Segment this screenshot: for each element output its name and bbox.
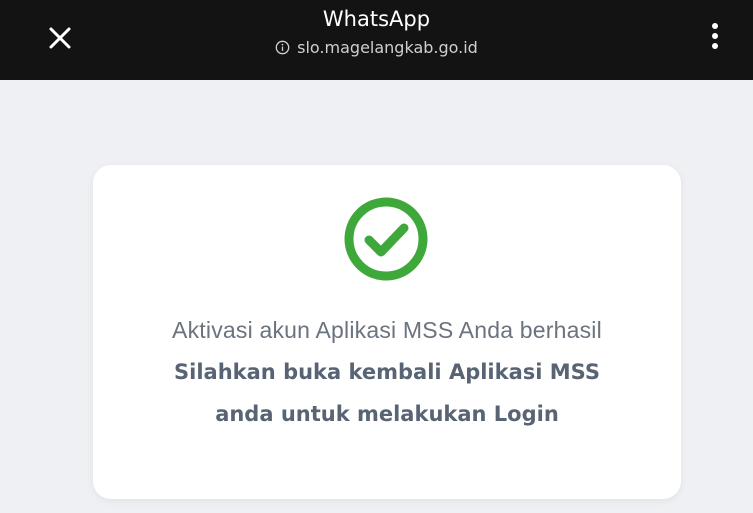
- url-text: slo.magelangkab.go.id: [297, 38, 478, 57]
- instruction-line-1: Silahkan buka kembali Aplikasi MSS: [174, 360, 600, 384]
- activation-message: Aktivasi akun Aplikasi MSS Anda berhasil: [172, 317, 602, 343]
- url-row[interactable]: slo.magelangkab.go.id: [275, 38, 478, 57]
- title-area: WhatsApp slo.magelangkab.go.id: [0, 6, 753, 59]
- browser-top-bar: WhatsApp slo.magelangkab.go.id: [0, 0, 753, 80]
- page-title: WhatsApp: [322, 7, 431, 31]
- check-circle-icon: [344, 197, 428, 281]
- page-content: Aktivasi akun Aplikasi MSS Anda berhasil…: [0, 80, 753, 513]
- instruction-line-2: anda untuk melakukan Login: [215, 402, 559, 426]
- more-options-button[interactable]: [700, 16, 730, 56]
- more-vertical-icon: [712, 23, 718, 49]
- success-card: Aktivasi akun Aplikasi MSS Anda berhasil…: [93, 165, 681, 499]
- info-icon: [275, 40, 290, 55]
- message-block: Aktivasi akun Aplikasi MSS Anda berhasil…: [93, 315, 681, 435]
- login-instruction: Silahkan buka kembali Aplikasi MSS anda …: [93, 351, 681, 435]
